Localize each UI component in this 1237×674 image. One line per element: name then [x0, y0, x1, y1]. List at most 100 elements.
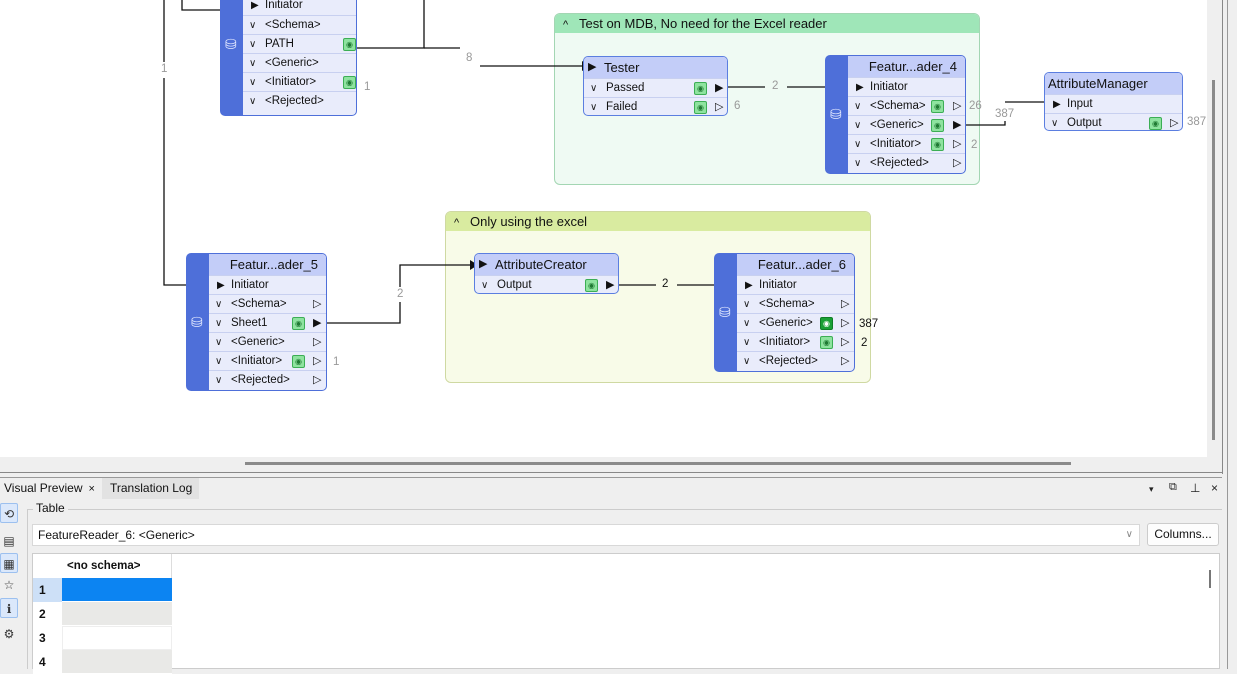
output-port-connected-icon[interactable]: ▶ — [606, 276, 614, 293]
info-icon[interactable]: ℹ — [0, 598, 18, 618]
transformer-header[interactable]: Featur...ader_5 — [209, 254, 326, 275]
port-schema[interactable]: ∨ <Schema> ◉ ▷ — [848, 96, 965, 115]
port-initiator-out[interactable]: ∨<Initiator>◉▷ — [209, 351, 326, 370]
inspect-eye-icon[interactable]: ◉ — [585, 279, 598, 292]
chevron-down-icon[interactable]: ∨ — [249, 73, 256, 92]
chevron-down-icon[interactable]: ∨ — [249, 16, 256, 35]
chevron-down-icon[interactable]: ∨ — [590, 79, 597, 98]
feature-reader-5[interactable]: ⛁ Featur...ader_5 ▶ Initiator ∨ <Schema> ▷ … — [186, 253, 327, 391]
source-selector[interactable]: FeatureReader_6: <Generic> ∨ — [32, 524, 1140, 546]
table-row[interactable]: 4 — [33, 650, 172, 674]
columns-button[interactable]: Columns... — [1147, 523, 1219, 546]
port-failed[interactable]: ∨ Failed ◉ ▷ — [584, 97, 727, 115]
port-schema[interactable]: ∨<Schema>▷ — [737, 294, 854, 313]
workspace-canvas[interactable]: ^ Test on MDB, No need for the Excel read… — [0, 0, 1207, 457]
port-generic[interactable]: ∨ <Generic> ◉ ▷ — [737, 313, 854, 332]
chevron-down-icon[interactable]: ∨ — [590, 98, 597, 115]
chevron-down-icon[interactable]: ∨ — [215, 314, 222, 333]
table-row[interactable]: 1 — [33, 578, 172, 602]
inspect-eye-active-icon[interactable]: ◉ — [820, 317, 833, 330]
close-icon[interactable]: × — [88, 483, 94, 495]
chevron-down-icon[interactable]: ∨ — [1126, 525, 1133, 545]
feature-reader-4[interactable]: ⛁ Featur...ader_4 ▶ Initiator ∨ <Schema> ◉ ▷… — [825, 55, 966, 174]
port-rejected[interactable]: ∨<Rejected>▷ — [243, 91, 356, 110]
output-port-connected-icon[interactable]: ▶ — [715, 79, 723, 98]
port-output[interactable]: ∨ Output ◉ ▷ — [1045, 113, 1182, 130]
inspect-eye-icon[interactable]: ◉ — [694, 82, 707, 95]
chevron-down-icon[interactable]: ∨ — [215, 333, 222, 352]
settings-icon[interactable]: ⚙ — [0, 624, 18, 644]
panel-menu-icon[interactable]: ▾ — [1149, 484, 1154, 495]
feature-reader-top[interactable]: ⛁ ▶Initiator ∨<Schema>▷ ∨PATH◉▶ ∨<Generi… — [220, 0, 357, 116]
output-port-connected-icon[interactable]: ▶ — [953, 116, 961, 135]
select-tool-icon[interactable]: ⟲ — [0, 503, 18, 523]
chevron-down-icon[interactable]: ∨ — [481, 276, 488, 293]
shape-tool-icon[interactable]: ☆ — [0, 575, 18, 595]
canvas-vertical-scrollbar[interactable] — [1212, 80, 1215, 440]
chevron-down-icon[interactable]: ∨ — [854, 116, 861, 135]
port-initiator[interactable]: ▶ Initiator — [848, 77, 965, 96]
output-port-icon[interactable]: ▷ — [841, 295, 849, 314]
table-view-icon[interactable]: ▤ — [0, 531, 18, 551]
port-schema[interactable]: ∨<Schema>▷ — [243, 15, 356, 34]
inspect-eye-icon[interactable]: ◉ — [931, 138, 944, 151]
chevron-down-icon[interactable]: ∨ — [215, 352, 222, 371]
inspect-eye-icon[interactable]: ◉ — [1149, 117, 1162, 130]
port-passed[interactable]: ∨ Passed ◉ ▶ — [584, 78, 727, 97]
table-row[interactable]: 3 — [33, 626, 172, 650]
output-port-icon[interactable]: ▷ — [313, 371, 321, 390]
transformer-tester[interactable]: ▶ Tester ∨ Passed ◉ ▶ ∨ Failed ◉ ▷ — [583, 56, 728, 116]
transformer-header[interactable]: Featur...ader_4 — [848, 56, 965, 77]
port-initiator[interactable]: ▶ Initiator — [209, 275, 326, 294]
port-initiator[interactable]: ▶ Initiator — [737, 275, 854, 294]
output-port-icon[interactable]: ▷ — [1170, 114, 1178, 130]
output-port-icon[interactable]: ▷ — [715, 98, 723, 115]
table-cell[interactable] — [62, 578, 172, 602]
output-port-icon[interactable]: ▷ — [313, 295, 321, 314]
port-input[interactable]: ▶ Input — [1045, 94, 1182, 113]
chevron-down-icon[interactable]: ∨ — [215, 295, 222, 314]
inspect-eye-icon[interactable]: ◉ — [343, 76, 356, 89]
port-initiator[interactable]: ▶ Initiator — [243, 0, 356, 15]
inspect-eye-icon[interactable]: ◉ — [820, 336, 833, 349]
chevron-down-icon[interactable]: ∨ — [1051, 114, 1058, 130]
chevron-down-icon[interactable]: ∨ — [743, 295, 750, 314]
transformer-header[interactable]: Featur...ader_6 — [737, 254, 854, 275]
tab-translation-log[interactable]: Translation Log — [102, 478, 199, 499]
chevron-down-icon[interactable]: ∨ — [854, 154, 861, 173]
port-generic[interactable]: ∨ <Generic> ◉ ▶ — [848, 115, 965, 134]
port-path[interactable]: ∨PATH◉▶ — [243, 34, 356, 53]
table-row[interactable]: 2 — [33, 602, 172, 626]
output-port-icon[interactable]: ▷ — [953, 154, 961, 173]
chevron-down-icon[interactable]: ∨ — [743, 333, 750, 352]
port-output[interactable]: ∨ Output ◉ ▶ — [475, 275, 618, 293]
table-cell[interactable] — [62, 626, 172, 650]
grid-view-icon[interactable]: ▦ — [0, 553, 18, 573]
inspect-eye-icon[interactable]: ◉ — [343, 38, 356, 51]
output-port-connected-icon[interactable]: ▶ — [313, 314, 321, 333]
inspect-eye-icon[interactable]: ◉ — [292, 355, 305, 368]
transformer-attribute-creator[interactable]: ▶ AttributeCreator ∨ Output ◉ ▶ — [474, 253, 619, 294]
transformer-header[interactable]: AttributeManager — [1045, 73, 1182, 94]
port-generic[interactable]: ∨<Generic>▷ — [243, 53, 356, 72]
row-header[interactable]: 4 — [33, 650, 62, 674]
chevron-down-icon[interactable]: ∨ — [249, 35, 256, 54]
transformer-header[interactable]: ▶ AttributeCreator — [475, 254, 618, 275]
preview-table[interactable]: <no schema> 1 2 3 4 — [32, 553, 1220, 674]
inspect-eye-icon[interactable]: ◉ — [931, 100, 944, 113]
chevron-down-icon[interactable]: ∨ — [249, 92, 256, 111]
row-header[interactable]: 2 — [33, 602, 62, 626]
row-header[interactable]: 1 — [33, 578, 62, 602]
chevron-down-icon[interactable]: ∨ — [215, 371, 222, 390]
port-rejected[interactable]: ∨<Rejected>▷ — [848, 153, 965, 172]
canvas-horizontal-scrollbar[interactable] — [245, 462, 1071, 465]
output-port-icon[interactable]: ▷ — [313, 352, 321, 371]
inspect-eye-icon[interactable]: ◉ — [694, 101, 707, 114]
inspect-eye-icon[interactable]: ◉ — [931, 119, 944, 132]
output-port-icon[interactable]: ▷ — [953, 135, 961, 154]
port-sheet1[interactable]: ∨ Sheet1 ◉ ▶ — [209, 313, 326, 332]
row-header[interactable]: 3 — [33, 626, 62, 650]
transformer-header[interactable]: ▶ Tester — [584, 57, 727, 78]
port-initiator-out[interactable]: ∨<Initiator>◉▷ — [737, 332, 854, 351]
table-scrollbar[interactable] — [1209, 570, 1211, 588]
